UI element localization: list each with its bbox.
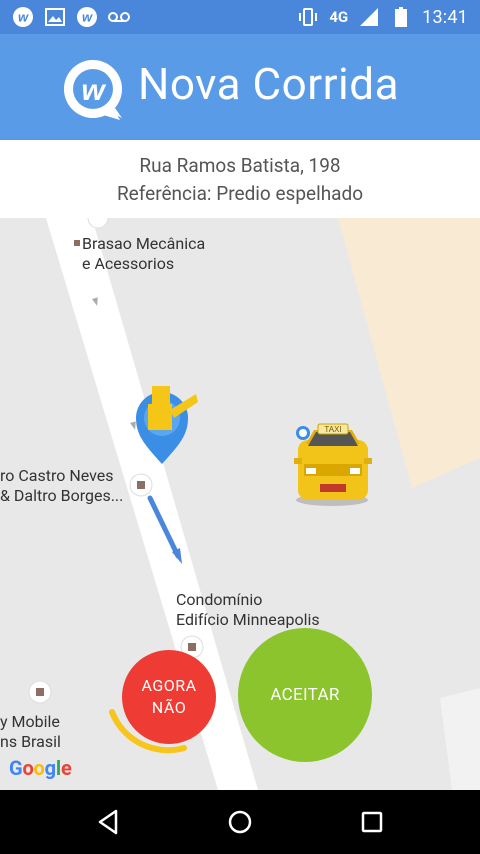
taxi-sign: TAXI bbox=[324, 425, 341, 434]
page-title: Nova Corrida bbox=[138, 58, 399, 110]
decline-label-line1: AGORA bbox=[141, 676, 197, 695]
poi-castro[interactable]: ro Castro Neves & Daltro Borges... bbox=[0, 466, 123, 506]
poi-label: Edifício Minneapolis bbox=[176, 610, 320, 629]
google-logo-letter: e bbox=[60, 756, 72, 780]
poi-label: Condomínio bbox=[176, 590, 263, 609]
pickup-address-card: Rua Ramos Batista, 198 Referência: Predi… bbox=[0, 140, 480, 218]
poi-label: y Mobile bbox=[0, 712, 60, 731]
google-logo-letter: o bbox=[22, 756, 34, 780]
status-bar: w w 4G 13:41 bbox=[0, 0, 480, 34]
poi-label: e Acessorios bbox=[82, 254, 175, 273]
clock: 13:41 bbox=[422, 6, 468, 28]
app-bar: w Nova Corrida bbox=[0, 34, 480, 140]
decline-label-line2: NÃO bbox=[151, 698, 187, 717]
google-logo-letter: G bbox=[9, 756, 23, 780]
battery-icon bbox=[390, 6, 412, 28]
recents-icon[interactable] bbox=[356, 806, 388, 838]
poi-condominio[interactable]: Condomínio Edifício Minneapolis bbox=[176, 590, 320, 630]
pickup-street: Rua Ramos Batista, 198 bbox=[139, 154, 341, 177]
decline-button[interactable]: AGORA NÃO bbox=[122, 650, 216, 744]
navigation-bar bbox=[0, 790, 480, 854]
poi-mobile[interactable]: y Mobile ns Brasil bbox=[0, 712, 61, 752]
poi-label: ns Brasil bbox=[0, 732, 61, 751]
network-type: 4G bbox=[329, 8, 349, 26]
map-view[interactable]: TAXI Brasao Mecânica e Acessorios ro Cas… bbox=[0, 218, 480, 790]
poi-label: & Daltro Borges... bbox=[0, 486, 124, 505]
back-icon[interactable] bbox=[92, 806, 124, 838]
vibrate-icon bbox=[297, 6, 319, 28]
w-app-icon: w bbox=[12, 6, 34, 28]
w-app-icon: w bbox=[76, 6, 98, 28]
google-logo-letter: g bbox=[44, 756, 56, 780]
app-logo-icon: w bbox=[60, 56, 126, 122]
svg-text:w: w bbox=[82, 10, 93, 25]
pickup-reference: Referência: Predio espelhado bbox=[116, 182, 364, 205]
signal-icon bbox=[358, 6, 380, 28]
svg-text:w: w bbox=[18, 10, 29, 25]
home-icon[interactable] bbox=[224, 806, 256, 838]
poi-dot bbox=[74, 240, 80, 246]
poi-label: ro Castro Neves bbox=[0, 466, 114, 485]
status-bar-system: 4G 13:41 bbox=[297, 6, 468, 28]
google-logo: Google bbox=[9, 756, 72, 780]
accept-label: ACEITAR bbox=[270, 685, 340, 705]
google-logo-letter: o bbox=[33, 756, 45, 780]
status-bar-notifications: w w bbox=[12, 6, 130, 28]
svg-text:w: w bbox=[81, 74, 106, 107]
poi-label: Brasao Mecânica bbox=[82, 234, 206, 253]
image-icon bbox=[44, 6, 66, 28]
taxi-icon: TAXI bbox=[294, 423, 372, 506]
voicemail-icon bbox=[108, 6, 130, 28]
map-building bbox=[440, 688, 480, 790]
poi-brasao[interactable]: Brasao Mecânica e Acessorios bbox=[82, 234, 205, 274]
accept-button[interactable]: ACEITAR bbox=[238, 628, 372, 762]
